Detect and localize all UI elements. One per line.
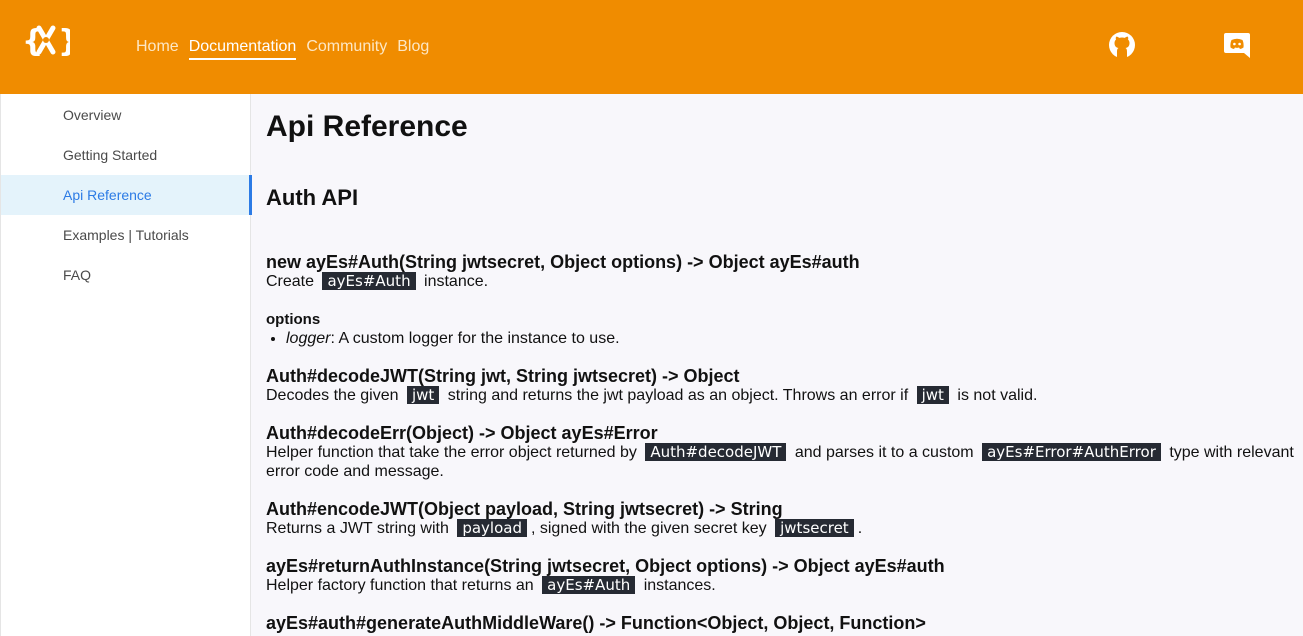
svg-text:}: } xyxy=(58,24,70,59)
api-entry: ayEs#auth#generateAuthMiddleWare() -> Fu… xyxy=(266,613,1296,633)
inline-code: ayEs#Auth xyxy=(542,576,636,594)
api-entry: Auth#decodeErr(Object) -> Object ayEs#Er… xyxy=(266,423,1296,481)
nav-community[interactable]: Community xyxy=(306,37,387,60)
api-entry: ayEs#returnAuthInstance(String jwtsecret… xyxy=(266,556,1296,595)
api-entry: Auth#decodeJWT(String jwt, String jwtsec… xyxy=(266,366,1296,405)
inline-code: ayEs#Auth xyxy=(322,272,416,290)
github-icon[interactable] xyxy=(1108,31,1136,59)
api-description: Returns a JWT string with payload, signe… xyxy=(266,519,863,537)
api-description: Helper function that take the error obje… xyxy=(266,443,1294,480)
inline-code: jwtsecret xyxy=(775,519,854,537)
top-navbar: { } Home Documentation Community Blog xyxy=(0,0,1303,94)
doc-content: Api Reference Auth API new ayEs#Auth(Str… xyxy=(266,106,1296,633)
sidebar-item-overview[interactable]: Overview xyxy=(1,95,252,135)
sidebar-item-examples-tutorials[interactable]: Examples | Tutorials xyxy=(1,215,252,255)
api-signature: Auth#decodeJWT(String jwt, String jwtsec… xyxy=(266,366,740,386)
discord-icon[interactable] xyxy=(1223,31,1251,59)
api-signature: Auth#decodeErr(Object) -> Object ayEs#Er… xyxy=(266,423,658,443)
api-signature: new ayEs#Auth(String jwtsecret, Object o… xyxy=(266,252,860,272)
inline-code: jwt xyxy=(406,386,440,404)
api-description: Helper factory function that returns an … xyxy=(266,576,716,594)
sidebar-item-getting-started[interactable]: Getting Started xyxy=(1,135,252,175)
page-title: Api Reference xyxy=(266,110,468,143)
nav-blog[interactable]: Blog xyxy=(397,37,429,60)
logo-icon[interactable]: { } xyxy=(22,20,70,60)
api-signature: ayEs#auth#generateAuthMiddleWare() -> Fu… xyxy=(266,613,926,633)
options-heading: options xyxy=(266,311,321,328)
docs-sidebar: Overview Getting Started Api Reference E… xyxy=(0,94,252,636)
nav-home[interactable]: Home xyxy=(136,37,179,60)
inline-code: ayEs#Error#AuthError xyxy=(982,443,1161,461)
inline-code: payload xyxy=(457,519,527,537)
main-nav: Home Documentation Community Blog xyxy=(136,37,429,60)
inline-code: jwt xyxy=(916,386,949,404)
sidebar-item-faq[interactable]: FAQ xyxy=(1,255,252,295)
api-signature: Auth#encodeJWT(Object payload, String jw… xyxy=(266,499,783,519)
inline-code: Auth#decodeJWT xyxy=(645,443,787,461)
api-entry: new ayEs#Auth(String jwtsecret, Object o… xyxy=(266,252,1296,348)
api-signature: ayEs#returnAuthInstance(String jwtsecret… xyxy=(266,556,945,576)
sidebar-item-api-reference[interactable]: Api Reference xyxy=(1,175,252,215)
nav-documentation[interactable]: Documentation xyxy=(188,37,297,60)
api-description: Create ayEs#Auth instance. xyxy=(266,272,489,290)
section-heading: Auth API xyxy=(266,185,359,210)
api-description: Decodes the given jwt string and returns… xyxy=(266,386,1038,404)
list-item: logger: A custom logger for the instance… xyxy=(286,329,1296,348)
options-list: logger: A custom logger for the instance… xyxy=(266,329,1296,348)
api-entry: Auth#encodeJWT(Object payload, String jw… xyxy=(266,499,1296,538)
